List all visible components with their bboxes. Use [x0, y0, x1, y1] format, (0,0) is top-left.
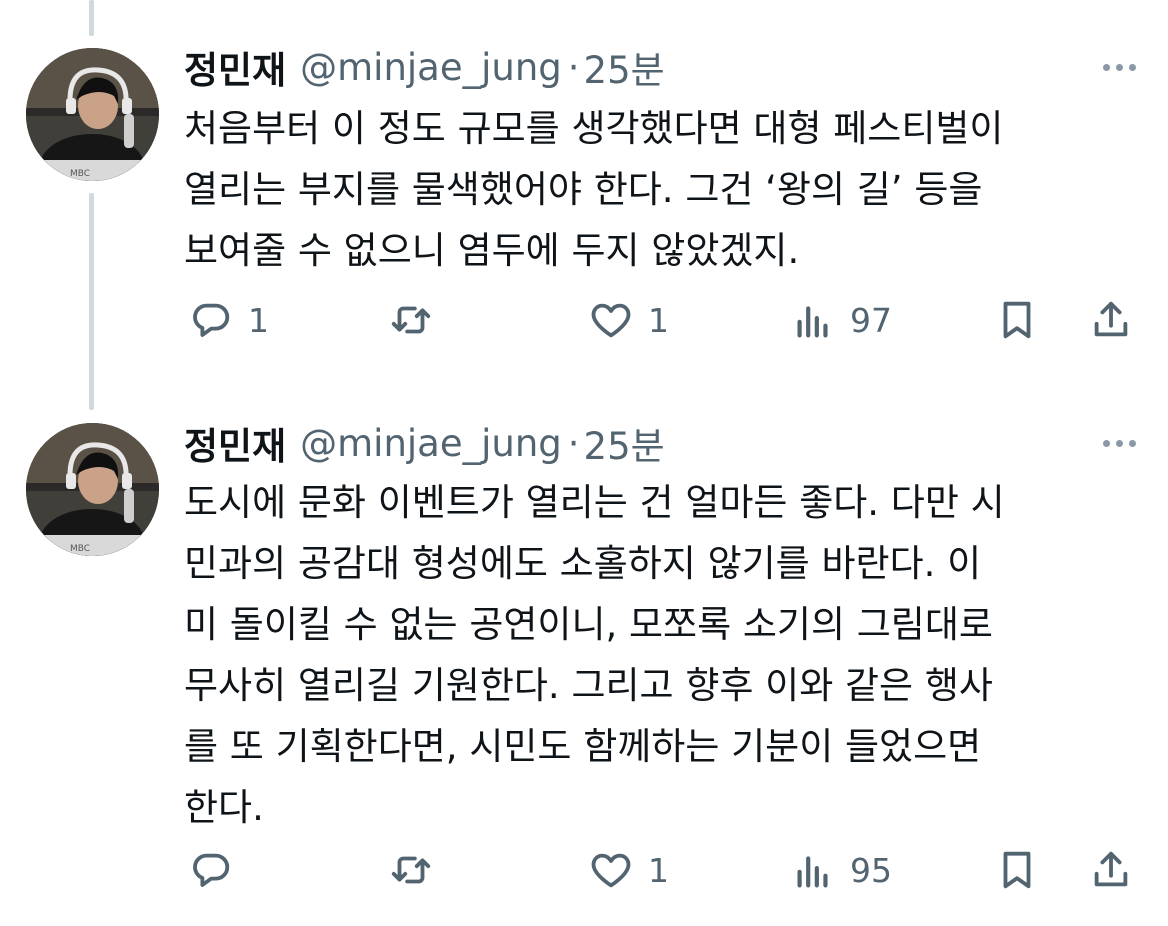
tweet-header: 정민재 @minjae_jung · 25분 — [184, 416, 665, 470]
timestamp[interactable]: 25분 — [584, 416, 665, 470]
thread-line-connector — [89, 193, 94, 410]
like-count: 1 — [648, 300, 669, 340]
separator: · — [567, 421, 580, 465]
retweet-icon — [391, 856, 431, 884]
bookmark-icon — [1003, 301, 1031, 339]
user-handle[interactable]: @minjae_jung — [300, 46, 562, 89]
bookmark-button[interactable] — [994, 845, 1040, 895]
action-bar: 1 1 97 — [184, 295, 1139, 345]
tweet-text-line: 열리는 부지를 물색했어야 한다. 그건 ‘왕의 길’ 등을 — [184, 168, 983, 211]
avatar-caption: MBC — [70, 169, 90, 179]
share-icon — [1094, 851, 1128, 887]
more-dot — [1103, 440, 1110, 447]
reply-button[interactable]: 1 — [188, 295, 269, 345]
share-button[interactable] — [1088, 845, 1134, 895]
tweet-text: 도시에 문화 이벤트가 열리는 건 얼마든 좋다. 다만 시 민과의 공감대 형… — [184, 472, 1139, 838]
avatar[interactable]: MBC — [26, 423, 159, 556]
like-button[interactable]: 1 — [588, 295, 669, 345]
avatar-image: MBC — [26, 48, 159, 181]
reply-icon — [193, 853, 230, 887]
avatar-image: MBC — [26, 423, 159, 556]
views-icon — [797, 306, 828, 338]
tweet-text-line: 무사히 열리길 기원한다. 그리고 향후 이와 같은 행사 — [184, 664, 993, 707]
bookmark-icon — [1003, 851, 1031, 889]
tweet-header: 정민재 @minjae_jung · 25분 — [184, 40, 665, 94]
share-button[interactable] — [1088, 295, 1134, 345]
display-name[interactable]: 정민재 — [184, 40, 286, 94]
like-button[interactable]: 1 — [588, 845, 669, 895]
tweet-text: 처음부터 이 정도 규모를 생각했다면 대형 페스티벌이 열리는 부지를 물색했… — [184, 98, 1139, 281]
more-dot — [1103, 64, 1110, 71]
timestamp[interactable]: 25분 — [584, 40, 665, 94]
user-handle[interactable]: @minjae_jung — [300, 422, 562, 465]
more-dot — [1129, 440, 1136, 447]
more-dot — [1129, 64, 1136, 71]
more-dot — [1116, 64, 1123, 71]
tweet-text-line: 도시에 문화 이벤트가 열리는 건 얼마든 좋다. 다만 시 — [184, 481, 1005, 524]
bookmark-button[interactable] — [994, 295, 1040, 345]
retweet-button[interactable] — [388, 845, 434, 895]
tweet-text-line: 민과의 공감대 형성에도 소홀하지 않기를 바란다. 이 — [184, 542, 982, 585]
heart-icon — [591, 303, 631, 338]
more-icon[interactable] — [1103, 440, 1136, 447]
reply-count: 1 — [248, 300, 269, 340]
reply-button[interactable] — [188, 845, 248, 895]
thread-line-top — [89, 0, 94, 36]
heart-icon — [591, 853, 631, 888]
view-count: 97 — [850, 300, 892, 340]
views-icon — [797, 856, 828, 888]
avatar-caption: MBC — [70, 544, 90, 554]
tweet-text-line: 를 또 기획한다면, 시민도 함께하는 기분이 들었으면 — [184, 725, 982, 768]
like-count: 1 — [648, 850, 669, 890]
tweet-text-line: 보여줄 수 없으니 염두에 두지 않았겠지. — [184, 229, 800, 272]
reply-icon — [193, 303, 230, 337]
tweet-text-line: 처음부터 이 정도 규모를 생각했다면 대형 페스티벌이 — [184, 107, 1004, 150]
action-bar: 1 95 — [184, 845, 1139, 895]
share-icon — [1094, 301, 1128, 337]
avatar[interactable]: MBC — [26, 48, 159, 181]
retweet-button[interactable] — [388, 295, 434, 345]
more-icon[interactable] — [1103, 64, 1136, 71]
tweet-text-line: 미 돌이킬 수 없는 공연이니, 모쪼록 소기의 그림대로 — [184, 603, 993, 646]
tweet-text-line: 한다. — [184, 786, 264, 829]
separator: · — [567, 45, 580, 89]
retweet-icon — [391, 306, 431, 334]
views-button[interactable]: 95 — [790, 845, 892, 895]
display-name[interactable]: 정민재 — [184, 416, 286, 470]
more-dot — [1116, 440, 1123, 447]
view-count: 95 — [850, 850, 892, 890]
views-button[interactable]: 97 — [790, 295, 892, 345]
